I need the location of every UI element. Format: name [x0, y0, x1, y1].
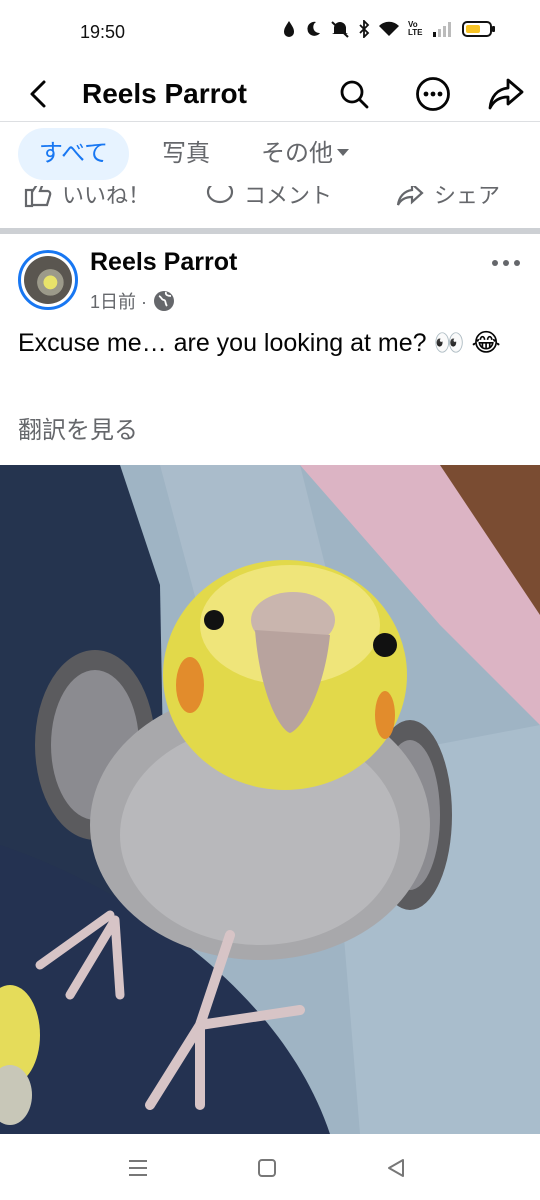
post-card: Reels Parrot 1日前 · Excuse me… are you lo…	[0, 234, 540, 1134]
status-icons: Vo LTE	[282, 20, 496, 38]
recent-apps-button[interactable]	[118, 1148, 158, 1188]
volte-icon: Vo LTE	[408, 20, 423, 37]
menu-icon	[129, 1160, 147, 1176]
cockatiel-photo	[0, 465, 540, 1134]
avatar[interactable]	[18, 250, 78, 310]
post-time: 1日前 ·	[90, 292, 148, 312]
triangle-back-icon	[388, 1159, 404, 1177]
comment-icon	[206, 186, 234, 204]
more-icon	[416, 77, 450, 111]
wifi-icon	[379, 21, 399, 36]
page-header: Reels Parrot	[0, 66, 540, 122]
like-button[interactable]: いいね！	[24, 186, 150, 210]
post-photo[interactable]	[0, 465, 540, 1134]
moon-icon	[307, 21, 320, 36]
search-icon	[340, 80, 369, 109]
ellipsis-icon	[492, 260, 520, 266]
avatar-image	[24, 256, 72, 304]
tab-more-label: その他	[261, 140, 333, 167]
filter-tabs: すべて 写真 その他	[0, 122, 540, 186]
share-button[interactable]	[482, 70, 530, 118]
drop-icon	[284, 21, 294, 37]
tab-all[interactable]: すべて	[18, 128, 129, 180]
tab-more[interactable]: その他	[241, 128, 369, 180]
share-label: シェア	[434, 186, 501, 208]
caret-down-icon	[337, 149, 349, 157]
back-button[interactable]	[18, 72, 58, 116]
system-nav-bar	[0, 1134, 540, 1200]
share-post-button[interactable]: シェア	[396, 186, 500, 210]
previous-post-actions: いいね！ コメント シェア	[0, 186, 540, 228]
status-time: 19:50	[80, 22, 126, 42]
system-back-button[interactable]	[376, 1148, 416, 1188]
post-text: Excuse me… are you looking at me? 👀 😂	[18, 329, 501, 357]
post-author[interactable]: Reels Parrot	[90, 248, 237, 277]
comment-label: コメント	[244, 186, 333, 208]
home-button[interactable]	[247, 1148, 287, 1188]
post-meta: 1日前 ·	[90, 288, 175, 314]
status-bar: 19:50 Vo LTE	[0, 0, 540, 66]
back-icon	[30, 80, 46, 108]
share-icon	[488, 78, 524, 110]
like-label: いいね！	[62, 186, 151, 208]
square-icon	[258, 1159, 276, 1177]
comment-button[interactable]: コメント	[206, 186, 332, 210]
page-title: Reels Parrot	[82, 78, 247, 109]
share-arrow-icon	[396, 186, 424, 206]
see-translation-link[interactable]: 翻訳を見る	[18, 410, 138, 445]
mute-icon	[331, 21, 349, 38]
battery-icon	[462, 21, 495, 37]
search-button[interactable]	[330, 70, 378, 118]
more-options-button[interactable]	[409, 70, 457, 118]
like-icon	[24, 186, 52, 208]
globe-icon	[154, 291, 175, 311]
post-options-button[interactable]	[486, 248, 526, 278]
tab-photos[interactable]: 写真	[142, 128, 230, 180]
bluetooth-icon	[359, 20, 370, 38]
signal-icon	[433, 22, 451, 37]
